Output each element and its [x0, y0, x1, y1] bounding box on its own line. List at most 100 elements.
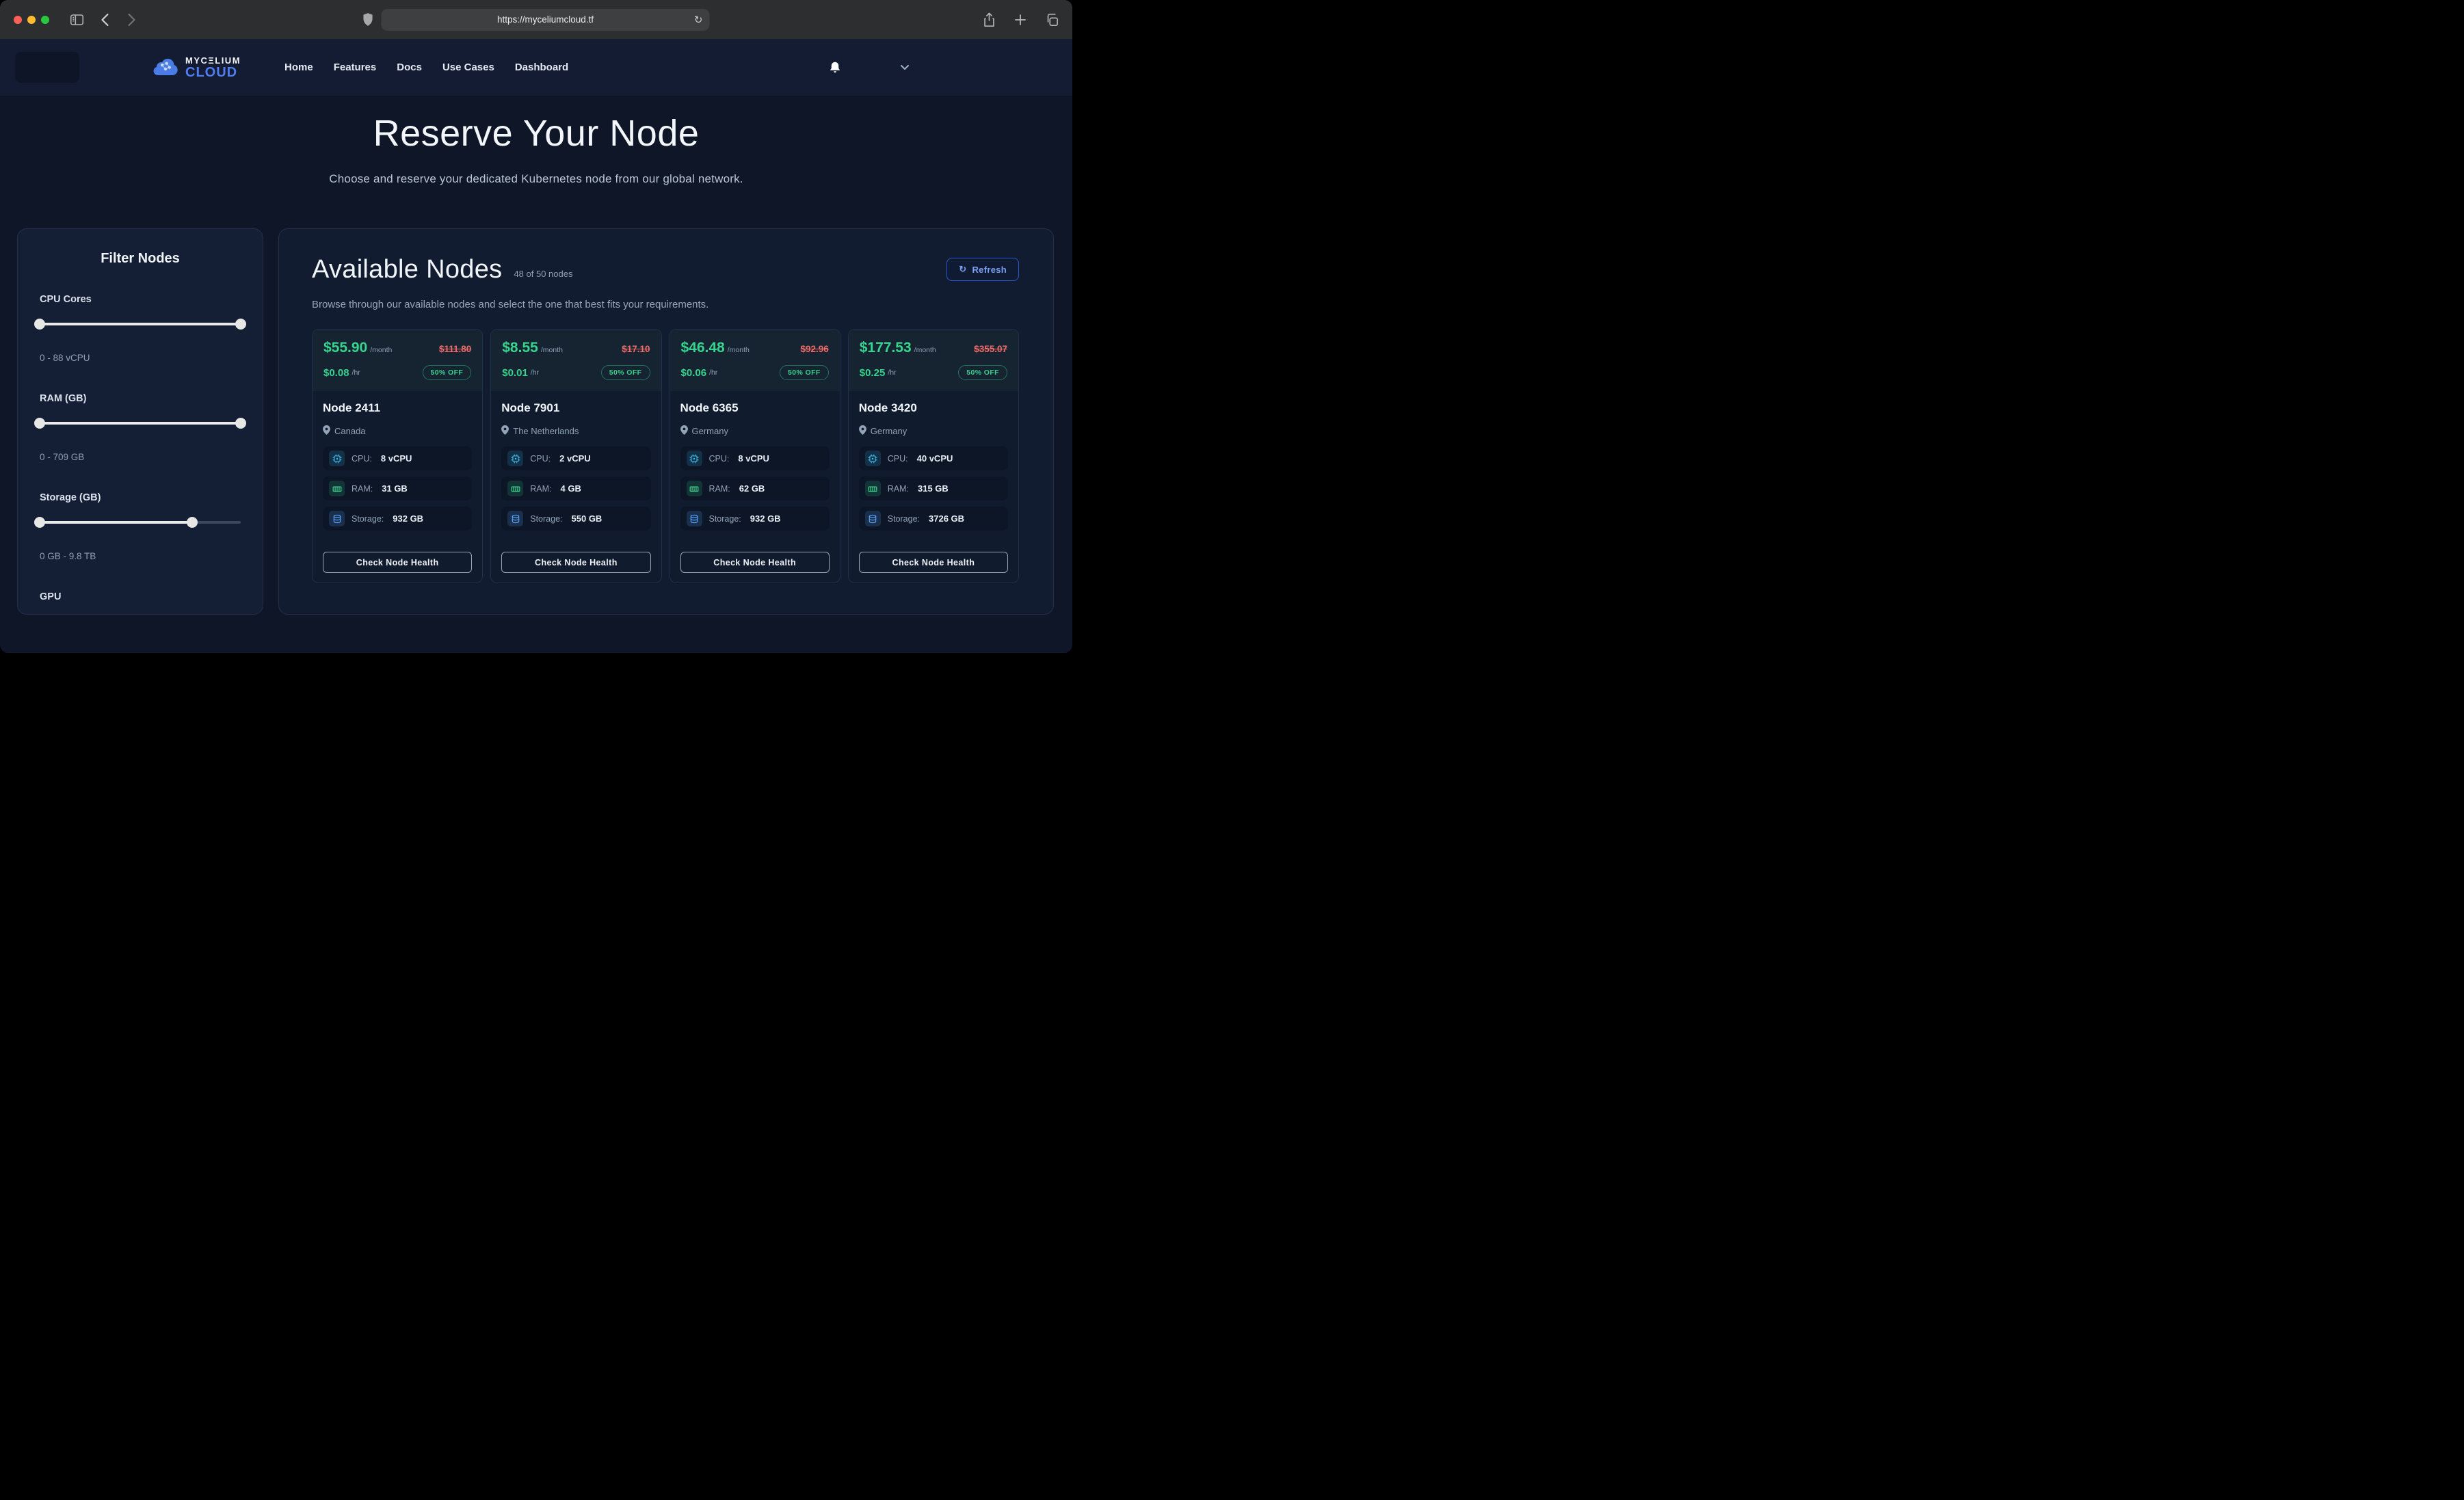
hourly-price: $0.01 — [502, 367, 528, 379]
check-node-health-button[interactable]: Check Node Health — [323, 552, 472, 573]
filter-panel: Filter Nodes CPU Cores 0 - 88 vCPU RAM (… — [17, 228, 263, 615]
available-nodes-title: Available Nodes — [312, 256, 502, 282]
reload-icon[interactable]: ↻ — [694, 14, 703, 26]
storage-icon — [865, 511, 881, 526]
brand-name-bottom: CLOUD — [185, 66, 241, 79]
storage-label: Storage (GB) — [40, 492, 241, 503]
cpu-value: 8 vCPU — [381, 453, 412, 464]
nav-link-dashboard[interactable]: Dashboard — [515, 62, 568, 73]
minimize-window-button[interactable] — [27, 16, 36, 24]
notifications-bell-icon[interactable] — [829, 61, 841, 75]
ram-icon — [687, 481, 702, 496]
nodes-count: 48 of 50 nodes — [514, 269, 572, 279]
cpu-spec-row: CPU: 40 vCPU — [859, 446, 1008, 470]
ram-label: RAM: — [709, 484, 730, 494]
new-tab-icon[interactable] — [1014, 14, 1026, 26]
nav-link-use-cases[interactable]: Use Cases — [442, 62, 494, 73]
check-node-health-button[interactable]: Check Node Health — [680, 552, 830, 573]
cpu-label: CPU: — [709, 454, 730, 464]
back-icon[interactable] — [101, 13, 109, 27]
slider-handle-min[interactable] — [34, 418, 45, 429]
ram-label: RAM (GB) — [40, 393, 241, 404]
node-location: Canada — [334, 426, 366, 436]
nav-left-placeholder — [15, 52, 79, 83]
ram-icon — [507, 481, 523, 496]
cpu-value: 2 vCPU — [559, 453, 591, 464]
slider-handle-max[interactable] — [235, 319, 246, 330]
slider-handle-min[interactable] — [34, 319, 45, 330]
tab-overview-icon[interactable] — [1045, 13, 1059, 27]
hourly-price: $0.25 — [860, 367, 886, 379]
browser-toolbar: https://myceliumcloud.tf ↻ — [0, 0, 1072, 39]
check-node-health-button[interactable]: Check Node Health — [501, 552, 650, 573]
brand-logo[interactable]: MYCΞLIUM CLOUD — [152, 56, 241, 79]
storage-label: Storage: — [709, 514, 741, 524]
cpu-label: CPU: — [888, 454, 908, 464]
storage-icon — [329, 511, 345, 526]
monthly-unit: /month — [914, 346, 936, 354]
storage-value: 932 GB — [393, 513, 423, 524]
storage-label: Storage: — [352, 514, 384, 524]
refresh-icon: ↻ — [959, 264, 966, 275]
slider-handle-min[interactable] — [34, 517, 45, 528]
slider-handle-max[interactable] — [187, 517, 198, 528]
cpu-spec-row: CPU: 8 vCPU — [323, 446, 472, 470]
node-name: Node 7901 — [501, 401, 650, 415]
sidebar-toggle-icon[interactable] — [70, 14, 84, 26]
address-bar[interactable]: https://myceliumcloud.tf ↻ — [382, 9, 710, 31]
hourly-unit: /hr — [352, 369, 360, 377]
storage-value: 550 GB — [572, 513, 602, 524]
node-card-pricing: $8.55 /month $17.10 $0.01 /hr 50% OFF — [491, 330, 661, 391]
monthly-unit: /month — [728, 346, 750, 354]
share-icon[interactable] — [983, 12, 996, 27]
browser-window: https://myceliumcloud.tf ↻ — [0, 0, 1072, 653]
close-window-button[interactable] — [14, 16, 22, 24]
ram-icon — [329, 481, 345, 496]
cpu-icon — [865, 451, 881, 466]
ram-spec-row: RAM: 4 GB — [501, 477, 650, 500]
forward-icon[interactable] — [127, 13, 136, 27]
ram-value: 62 GB — [739, 483, 765, 494]
node-name: Node 6365 — [680, 401, 830, 415]
ram-icon — [865, 481, 881, 496]
cpu-cores-slider[interactable] — [40, 319, 241, 330]
cpu-cores-range: 0 - 88 vCPU — [40, 353, 241, 363]
shield-icon[interactable] — [363, 13, 373, 26]
brand-name-top: MYCΞLIUM — [185, 56, 241, 65]
nav-link-features[interactable]: Features — [334, 62, 377, 73]
slider-handle-max[interactable] — [235, 418, 246, 429]
hourly-unit: /hr — [888, 369, 896, 377]
hourly-unit: /hr — [709, 369, 717, 377]
traffic-lights — [14, 16, 49, 24]
available-nodes-panel: Available Nodes 48 of 50 nodes ↻ Refresh… — [278, 228, 1054, 615]
node-name: Node 3420 — [859, 401, 1008, 415]
refresh-button[interactable]: ↻ Refresh — [946, 258, 1019, 281]
hourly-price: $0.06 — [681, 367, 707, 379]
cpu-icon — [329, 451, 345, 466]
storage-spec-row: Storage: 550 GB — [501, 507, 650, 531]
nav-link-docs[interactable]: Docs — [397, 62, 422, 73]
node-location: Germany — [692, 426, 728, 436]
storage-spec-row: Storage: 932 GB — [323, 507, 472, 531]
storage-slider[interactable] — [40, 517, 241, 528]
zoom-window-button[interactable] — [41, 16, 49, 24]
node-card-pricing: $177.53 /month $355.07 $0.25 /hr 50% OFF — [849, 330, 1018, 391]
hourly-unit: /hr — [531, 369, 539, 377]
monthly-price: $46.48 — [681, 340, 725, 356]
storage-label: Storage: — [530, 514, 562, 524]
storage-spec-row: Storage: 932 GB — [680, 507, 830, 531]
nav-link-home[interactable]: Home — [284, 62, 313, 73]
chevron-down-icon[interactable] — [900, 64, 910, 70]
monthly-price: $177.53 — [860, 340, 912, 356]
storage-spec-row: Storage: 3726 GB — [859, 507, 1008, 531]
location-pin-icon — [501, 425, 509, 437]
cpu-spec-row: CPU: 8 vCPU — [680, 446, 830, 470]
ram-value: 4 GB — [561, 483, 581, 494]
original-price: $92.96 — [800, 344, 828, 354]
check-node-health-button[interactable]: Check Node Health — [859, 552, 1008, 573]
original-price: $355.07 — [974, 344, 1007, 354]
ram-slider[interactable] — [40, 418, 241, 429]
cpu-icon — [687, 451, 702, 466]
node-card-pricing: $55.90 /month $111.80 $0.08 /hr 50% OFF — [313, 330, 482, 391]
hourly-price: $0.08 — [323, 367, 349, 379]
